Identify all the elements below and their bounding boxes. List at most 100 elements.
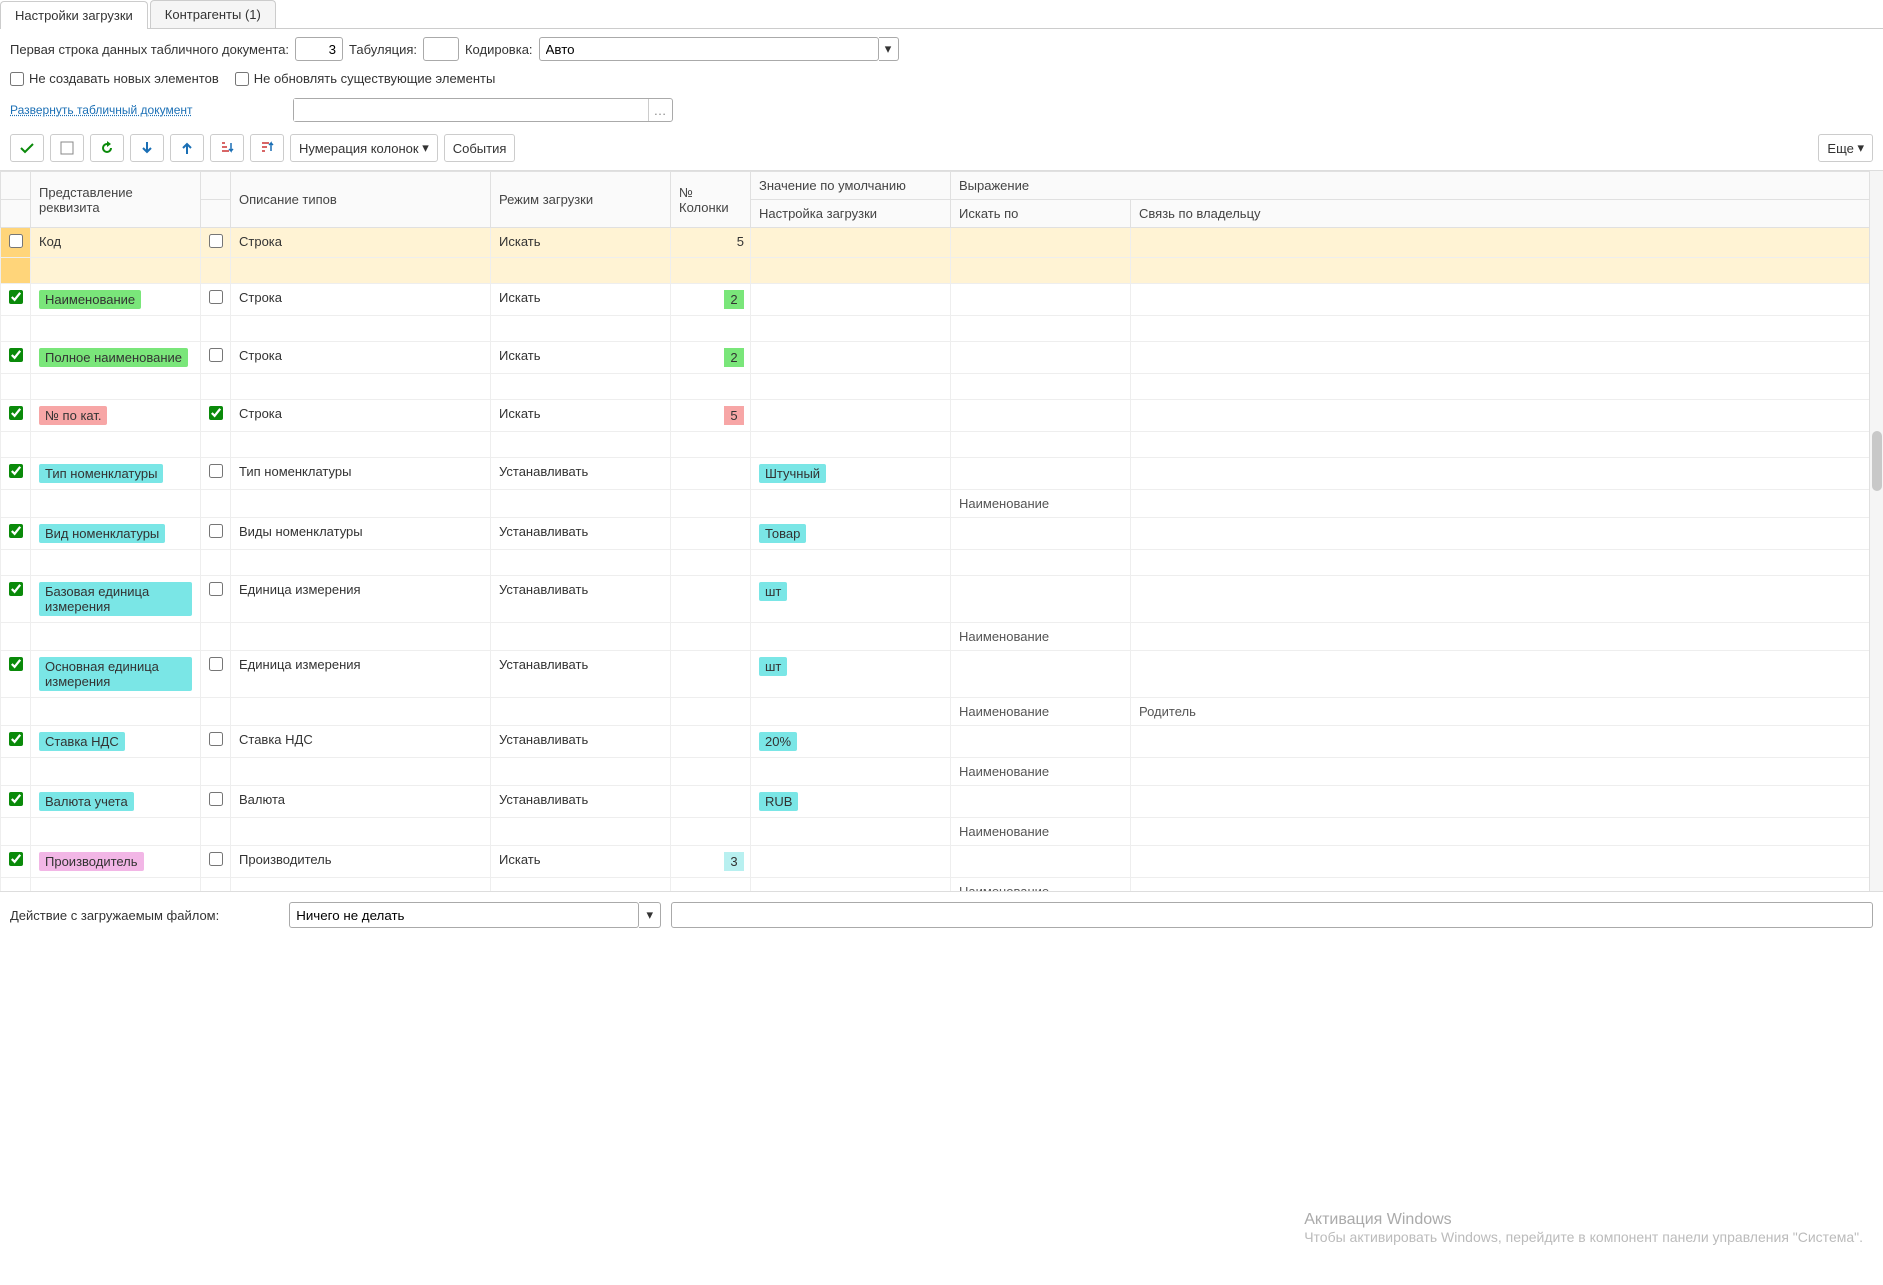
no-update-checkbox[interactable]: Не обновлять существующие элементы	[235, 71, 496, 86]
sort-asc-icon	[219, 140, 235, 156]
events-button[interactable]: События	[444, 134, 516, 162]
row-checkbox[interactable]	[9, 582, 23, 596]
row-checkbox-2[interactable]	[209, 524, 223, 538]
col-check1[interactable]	[1, 172, 31, 200]
col-search-by[interactable]: Искать по	[951, 200, 1131, 228]
tab-contractors[interactable]: Контрагенты (1)	[150, 0, 276, 28]
table-sub-row[interactable]	[1, 316, 1883, 342]
move-up-button[interactable]	[170, 134, 204, 162]
link-row: Развернуть табличный документ …	[0, 94, 1883, 130]
refresh-button[interactable]	[90, 134, 124, 162]
table-sub-row[interactable]	[1, 258, 1883, 284]
first-row-label: Первая строка данных табличного документ…	[10, 42, 289, 57]
search-input[interactable]	[294, 99, 648, 121]
table-sub-row[interactable]: НаименованиеРодитель	[1, 698, 1883, 726]
attr-badge: Наименование	[39, 290, 141, 309]
file-action-dropdown-icon[interactable]: ▾	[639, 902, 661, 928]
row-checkbox-2[interactable]	[209, 406, 223, 420]
more-label: Еще	[1827, 141, 1853, 156]
row-checkbox[interactable]	[9, 524, 23, 538]
table-row[interactable]: Основная единица измеренияЕдиница измере…	[1, 651, 1883, 698]
row-checkbox[interactable]	[9, 732, 23, 746]
col-default-val[interactable]: Значение по умолчанию	[751, 172, 951, 200]
sort-asc-button[interactable]	[210, 134, 244, 162]
col-expression[interactable]: Выражение	[951, 172, 1883, 200]
encoding-label: Кодировка:	[465, 42, 533, 57]
col-load-mode[interactable]: Режим загрузки	[491, 172, 671, 228]
row-checkbox[interactable]	[9, 348, 23, 362]
row-checkbox-2[interactable]	[209, 582, 223, 596]
col-load-setting[interactable]: Настройка загрузки	[751, 200, 951, 228]
search-ellipsis-icon[interactable]: …	[648, 99, 672, 121]
uncheck-all-button[interactable]	[50, 134, 84, 162]
footer-row: Действие с загружаемым файлом: ▾	[0, 891, 1883, 938]
row-checkbox[interactable]	[9, 290, 23, 304]
row-checkbox-2[interactable]	[209, 732, 223, 746]
check-green-icon	[19, 140, 35, 156]
tabs-bar: Настройки загрузки Контрагенты (1)	[0, 0, 1883, 29]
col-type-desc[interactable]: Описание типов	[231, 172, 491, 228]
row-checkbox-2[interactable]	[209, 348, 223, 362]
table-row[interactable]: Вид номенклатурыВиды номенклатурыУстанав…	[1, 518, 1883, 550]
first-row-input[interactable]	[295, 37, 343, 61]
row-checkbox-2[interactable]	[209, 290, 223, 304]
row-checkbox[interactable]	[9, 464, 23, 478]
grid-container: Представление реквизита Описание типов Р…	[0, 170, 1883, 891]
attr-badge: Валюта учета	[39, 792, 134, 811]
table-row[interactable]: Тип номенклатурыТип номенклатурыУстанавл…	[1, 458, 1883, 490]
default-badge: Штучный	[759, 464, 826, 483]
scrollbar-thumb[interactable]	[1872, 431, 1882, 491]
table-row[interactable]: Базовая единица измеренияЕдиница измерен…	[1, 576, 1883, 623]
settings-grid[interactable]: Представление реквизита Описание типов Р…	[0, 171, 1883, 891]
col-owner-link[interactable]: Связь по владельцу	[1131, 200, 1883, 228]
row-checkbox[interactable]	[9, 657, 23, 671]
col-num-badge: 2	[724, 290, 744, 309]
table-row[interactable]: НаименованиеСтрокаИскать2	[1, 284, 1883, 316]
col-attr-repr[interactable]: Представление реквизита	[31, 172, 201, 228]
file-action-select[interactable]	[289, 902, 639, 928]
row-checkbox[interactable]	[9, 234, 23, 248]
move-down-button[interactable]	[130, 134, 164, 162]
tabulation-label: Табуляция:	[349, 42, 417, 57]
attr-badge: Основная единица измерения	[39, 657, 192, 691]
table-sub-row[interactable]: Наименование	[1, 623, 1883, 651]
attr-badge: Производитель	[39, 852, 144, 871]
row-checkbox[interactable]	[9, 792, 23, 806]
row-checkbox-2[interactable]	[209, 852, 223, 866]
table-row[interactable]: № по кат.СтрокаИскать5	[1, 400, 1883, 432]
table-sub-row[interactable]	[1, 432, 1883, 458]
row-checkbox-2[interactable]	[209, 792, 223, 806]
table-sub-row[interactable]: Наименование	[1, 878, 1883, 892]
table-sub-row[interactable]: Наименование	[1, 818, 1883, 846]
tabulation-input[interactable]	[423, 37, 459, 61]
file-action-extra-input[interactable]	[671, 902, 1873, 928]
no-create-checkbox[interactable]: Не создавать новых элементов	[10, 71, 219, 86]
col-check2[interactable]	[201, 172, 231, 200]
tab-load-settings[interactable]: Настройки загрузки	[0, 1, 148, 29]
table-row[interactable]: КодСтрокаИскать5	[1, 228, 1883, 258]
square-icon	[59, 140, 75, 156]
table-sub-row[interactable]	[1, 550, 1883, 576]
expand-doc-link[interactable]: Развернуть табличный документ	[10, 103, 193, 117]
encoding-dropdown-icon[interactable]: ▾	[879, 37, 899, 61]
col-num-badge: 3	[724, 852, 744, 871]
sort-desc-button[interactable]	[250, 134, 284, 162]
column-numbering-button[interactable]: Нумерация колонок ▾	[290, 134, 438, 162]
row-checkbox-2[interactable]	[209, 657, 223, 671]
more-button[interactable]: Еще ▾	[1818, 134, 1873, 162]
table-row[interactable]: Ставка НДССтавка НДСУстанавливать20%	[1, 726, 1883, 758]
check-all-button[interactable]	[10, 134, 44, 162]
table-sub-row[interactable]: Наименование	[1, 758, 1883, 786]
row-checkbox-2[interactable]	[209, 234, 223, 248]
row-checkbox-2[interactable]	[209, 464, 223, 478]
vertical-scrollbar[interactable]	[1869, 171, 1883, 891]
encoding-select[interactable]	[539, 37, 879, 61]
table-row[interactable]: ПроизводительПроизводительИскать3	[1, 846, 1883, 878]
col-number[interactable]: № Колонки	[671, 172, 751, 228]
table-sub-row[interactable]: Наименование	[1, 490, 1883, 518]
row-checkbox[interactable]	[9, 852, 23, 866]
table-row[interactable]: Валюта учетаВалютаУстанавливатьRUB	[1, 786, 1883, 818]
table-sub-row[interactable]	[1, 374, 1883, 400]
table-row[interactable]: Полное наименованиеСтрокаИскать2	[1, 342, 1883, 374]
row-checkbox[interactable]	[9, 406, 23, 420]
